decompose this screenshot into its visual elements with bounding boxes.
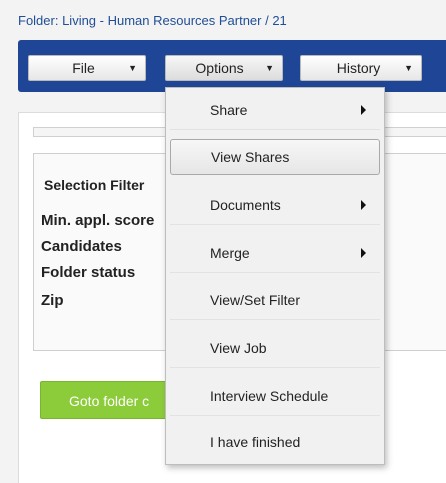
menu-item-label: Interview Schedule xyxy=(210,387,329,404)
menu-item-share[interactable]: Share xyxy=(170,90,380,130)
caret-down-icon: ▼ xyxy=(404,63,413,73)
filter-row-min-score: Min. appl. score xyxy=(41,212,155,229)
filter-row-folder-status: Folder status xyxy=(41,264,136,281)
menu-item-label: View/Set Filter xyxy=(210,291,300,308)
file-menu-button[interactable]: File ▼ xyxy=(28,55,146,81)
menu-item-label: Merge xyxy=(210,244,250,261)
menu-item-i-have-finished[interactable]: I have finished xyxy=(170,422,380,462)
submenu-arrow-icon xyxy=(361,104,366,115)
options-dropdown-menu: Share View Shares Documents Merge View/S… xyxy=(165,87,385,465)
menu-item-view-job[interactable]: View Job xyxy=(170,328,380,368)
options-menu-label: Options xyxy=(195,60,244,76)
history-menu-label: History xyxy=(336,60,381,76)
goto-folder-button[interactable]: Goto folder c xyxy=(40,381,170,419)
menu-item-view-set-filter[interactable]: View/Set Filter xyxy=(170,280,380,320)
menu-item-interview-schedule[interactable]: Interview Schedule xyxy=(170,376,380,416)
selection-filter-title: Selection Filter xyxy=(44,177,145,193)
menu-item-documents[interactable]: Documents xyxy=(170,185,380,225)
menu-item-label: I have finished xyxy=(210,434,301,450)
breadcrumb: Folder: Living - Human Resources Partner… xyxy=(18,13,287,28)
menu-item-label: Documents xyxy=(210,196,281,213)
submenu-arrow-icon xyxy=(361,247,366,258)
options-menu-button[interactable]: Options ▼ xyxy=(165,55,283,81)
file-menu-label: File xyxy=(72,60,95,76)
submenu-arrow-icon xyxy=(361,199,366,210)
filter-row-candidates: Candidates xyxy=(41,238,122,255)
caret-down-icon: ▼ xyxy=(128,63,137,73)
menu-item-label: View Shares xyxy=(211,149,290,165)
menu-item-view-shares[interactable]: View Shares xyxy=(170,139,380,175)
menu-item-label: Share xyxy=(210,101,248,118)
history-menu-button[interactable]: History ▼ xyxy=(300,55,422,81)
menu-item-merge[interactable]: Merge xyxy=(170,233,380,273)
toolbar: File ▼ Options ▼ History ▼ xyxy=(18,40,446,92)
filter-row-zip: Zip xyxy=(41,292,64,309)
caret-down-icon: ▼ xyxy=(265,63,274,73)
menu-item-label: View Job xyxy=(210,339,267,356)
